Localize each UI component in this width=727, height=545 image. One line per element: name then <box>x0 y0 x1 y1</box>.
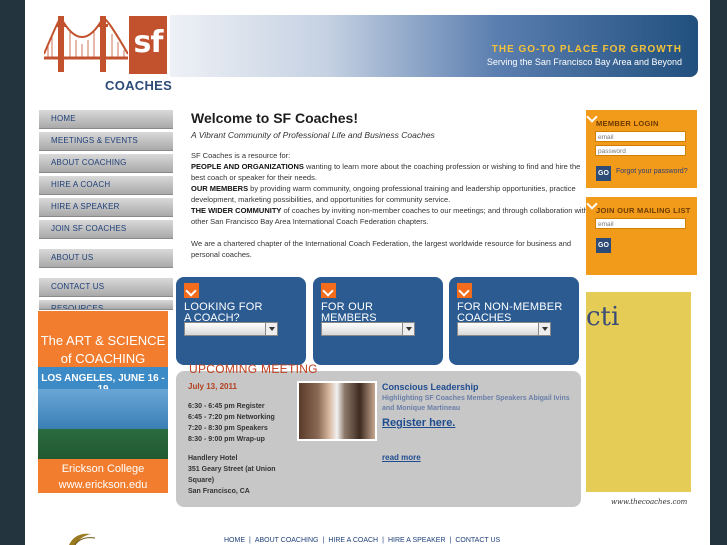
card-for-members: FOR OUR MEMBERS <box>313 277 443 365</box>
login-go-button[interactable]: GO <box>596 166 611 181</box>
welcome-title: Welcome to SF Coaches! <box>191 110 359 126</box>
sidebar-nav: HOME MEETINGS & EVENTS ABOUT COACHING HI… <box>39 110 173 313</box>
nav-item-contact-us[interactable]: CONTACT US <box>39 278 173 297</box>
cti-logo: cti <box>586 302 620 332</box>
welcome-p4: We are a chartered chapter of the Intern… <box>191 239 572 259</box>
footer-separator: | <box>322 537 325 544</box>
nav-item-home[interactable]: HOME <box>39 110 173 129</box>
meeting-date: July 13, 2011 <box>188 382 237 391</box>
p3-heading: THE WIDER COMMUNITY <box>191 206 282 215</box>
nav-item-about-us[interactable]: ABOUT US <box>39 249 173 268</box>
nav-item-hire-a-speaker[interactable]: HIRE A SPEAKER <box>39 198 173 217</box>
dropdown-button[interactable] <box>538 323 550 335</box>
footer-link-contact-us[interactable]: CONTACT US <box>455 537 500 544</box>
logo-sf-text[interactable]: sf <box>129 26 167 60</box>
footer-links: HOME | ABOUT COACHING | HIRE A COACH | HIRE A … <box>224 537 500 544</box>
logo-coaches-text[interactable]: COACHES <box>105 78 172 93</box>
location-line: 351 Geary Street (at Union Square) <box>188 466 276 484</box>
card-looking-for-coach: LOOKING FOR A COACH? <box>176 277 306 365</box>
ad-url: www.erickson.edu <box>58 479 148 491</box>
footer-logo-icon <box>69 533 96 545</box>
welcome-p3: THE WIDER COMMUNITY of coaches by inviti… <box>191 205 591 227</box>
arrow-icon <box>457 283 472 298</box>
mailing-go-button[interactable]: GO <box>596 238 611 253</box>
cti-url[interactable]: www.thecoaches.com <box>611 498 687 506</box>
golden-gate-bridge-icon <box>44 16 128 72</box>
dropdown-button[interactable] <box>265 323 277 335</box>
welcome-p1: PEOPLE AND ORGANIZATIONS wanting to lear… <box>191 161 591 183</box>
register-link[interactable]: Register here. <box>382 417 455 429</box>
nav-item-resources[interactable]: RESOURCES <box>39 300 173 310</box>
p1-heading: PEOPLE AND ORGANIZATIONS <box>191 162 304 171</box>
for-members-select[interactable] <box>321 322 415 336</box>
upcoming-meeting-title: UPCOMING MEETING <box>189 362 318 376</box>
ad-city-image <box>38 389 168 461</box>
member-login-box: MEMBER LOGIN email password GO Forgot yo… <box>586 110 697 188</box>
cti-ad[interactable]: cti <box>586 292 691 492</box>
nav-item-meetings-events[interactable]: MEETINGS & EVENTS <box>39 132 173 151</box>
mailing-list-title: JOIN OUR MAILING LIST <box>596 206 691 215</box>
ad-title-line1: The ART & SCIENCE <box>40 333 166 348</box>
nav-item-about-coaching[interactable]: ABOUT COACHING <box>39 154 173 173</box>
location-line: San Francisco, CA <box>188 488 250 495</box>
mailing-list-box: JOIN OUR MAILING LIST email GO <box>586 197 697 275</box>
erickson-ad[interactable]: The ART & SCIENCE of COACHING LOS ANGELE… <box>38 311 168 493</box>
welcome-tagline: A Vibrant Community of Professional Life… <box>191 130 435 140</box>
p2-text: by providing warm community, ongoing pro… <box>191 184 576 204</box>
nav-item-hire-a-coach[interactable]: HIRE A COACH <box>39 176 173 195</box>
looking-for-coach-select[interactable] <box>184 322 278 336</box>
meeting-location: Handlery Hotel 351 Geary Street (at Unio… <box>188 453 298 497</box>
dropdown-button[interactable] <box>402 323 414 335</box>
speakers-photo <box>297 381 377 441</box>
arrow-icon <box>184 283 199 298</box>
login-email-input[interactable]: email <box>595 131 686 142</box>
meeting-schedule: 6:30 - 6:45 pm Register 6:45 - 7:20 pm N… <box>188 401 275 445</box>
arrow-icon <box>321 283 336 298</box>
member-login-title: MEMBER LOGIN <box>596 119 659 128</box>
footer-link-home[interactable]: HOME <box>224 537 245 544</box>
card-for-non-members: FOR NON-MEMBER COACHES <box>449 277 579 365</box>
login-password-input[interactable]: password <box>595 145 686 156</box>
nav-item-join-sf-coaches[interactable]: JOIN SF COACHES <box>39 220 173 239</box>
event-subtitle: Highlighting SF Coaches Member Speakers … <box>382 395 570 412</box>
banner-subline: Serving the San Francisco Bay Area and B… <box>486 57 682 67</box>
welcome-p2: OUR MEMBERS by providing warm community,… <box>191 183 591 205</box>
ad-org: Erickson College <box>61 463 145 475</box>
mailing-email-input[interactable]: email <box>595 218 686 229</box>
p2-heading: OUR MEMBERS <box>191 184 249 193</box>
for-non-members-select[interactable] <box>457 322 551 336</box>
schedule-item: 6:30 - 6:45 pm Register <box>188 403 265 410</box>
welcome-body: SF Coaches is a resource for: PEOPLE AND… <box>191 150 591 260</box>
schedule-item: 8:30 - 9:00 pm Wrap-up <box>188 436 265 443</box>
schedule-item: 6:45 - 7:20 pm Networking <box>188 414 275 421</box>
read-more-link[interactable]: read more <box>382 453 421 462</box>
footer-separator: | <box>382 537 384 544</box>
banner-headline: THE GO-TO PLACE FOR GROWTH <box>491 44 682 55</box>
footer-link-about-coaching[interactable]: ABOUT COACHING <box>255 537 319 544</box>
event-title[interactable]: Conscious Leadership <box>382 382 479 392</box>
welcome-intro: SF Coaches is a resource for: <box>191 151 291 160</box>
footer-separator: | <box>449 537 452 544</box>
footer-link-hire-a-coach[interactable]: HIRE A COACH <box>328 537 378 544</box>
forgot-password-link[interactable]: Forgot your password? <box>616 168 688 175</box>
header-banner: THE GO-TO PLACE FOR GROWTH Serving the S… <box>170 15 698 77</box>
ad-title-line2: of COACHING <box>60 351 146 366</box>
location-line: Handlery Hotel <box>188 455 238 462</box>
schedule-item: 7:20 - 8:30 pm Speakers <box>188 425 268 432</box>
welcome-section: Welcome to SF Coaches! A Vibrant Communi… <box>191 110 591 260</box>
footer-link-hire-a-speaker[interactable]: HIRE A SPEAKER <box>388 537 446 544</box>
page: sf COACHES THE GO-TO PLACE FOR GROWTH Se… <box>25 0 710 545</box>
upcoming-meeting-panel: UPCOMING MEETING July 13, 2011 6:30 - 6:… <box>176 362 581 507</box>
footer-separator: | <box>249 537 251 544</box>
